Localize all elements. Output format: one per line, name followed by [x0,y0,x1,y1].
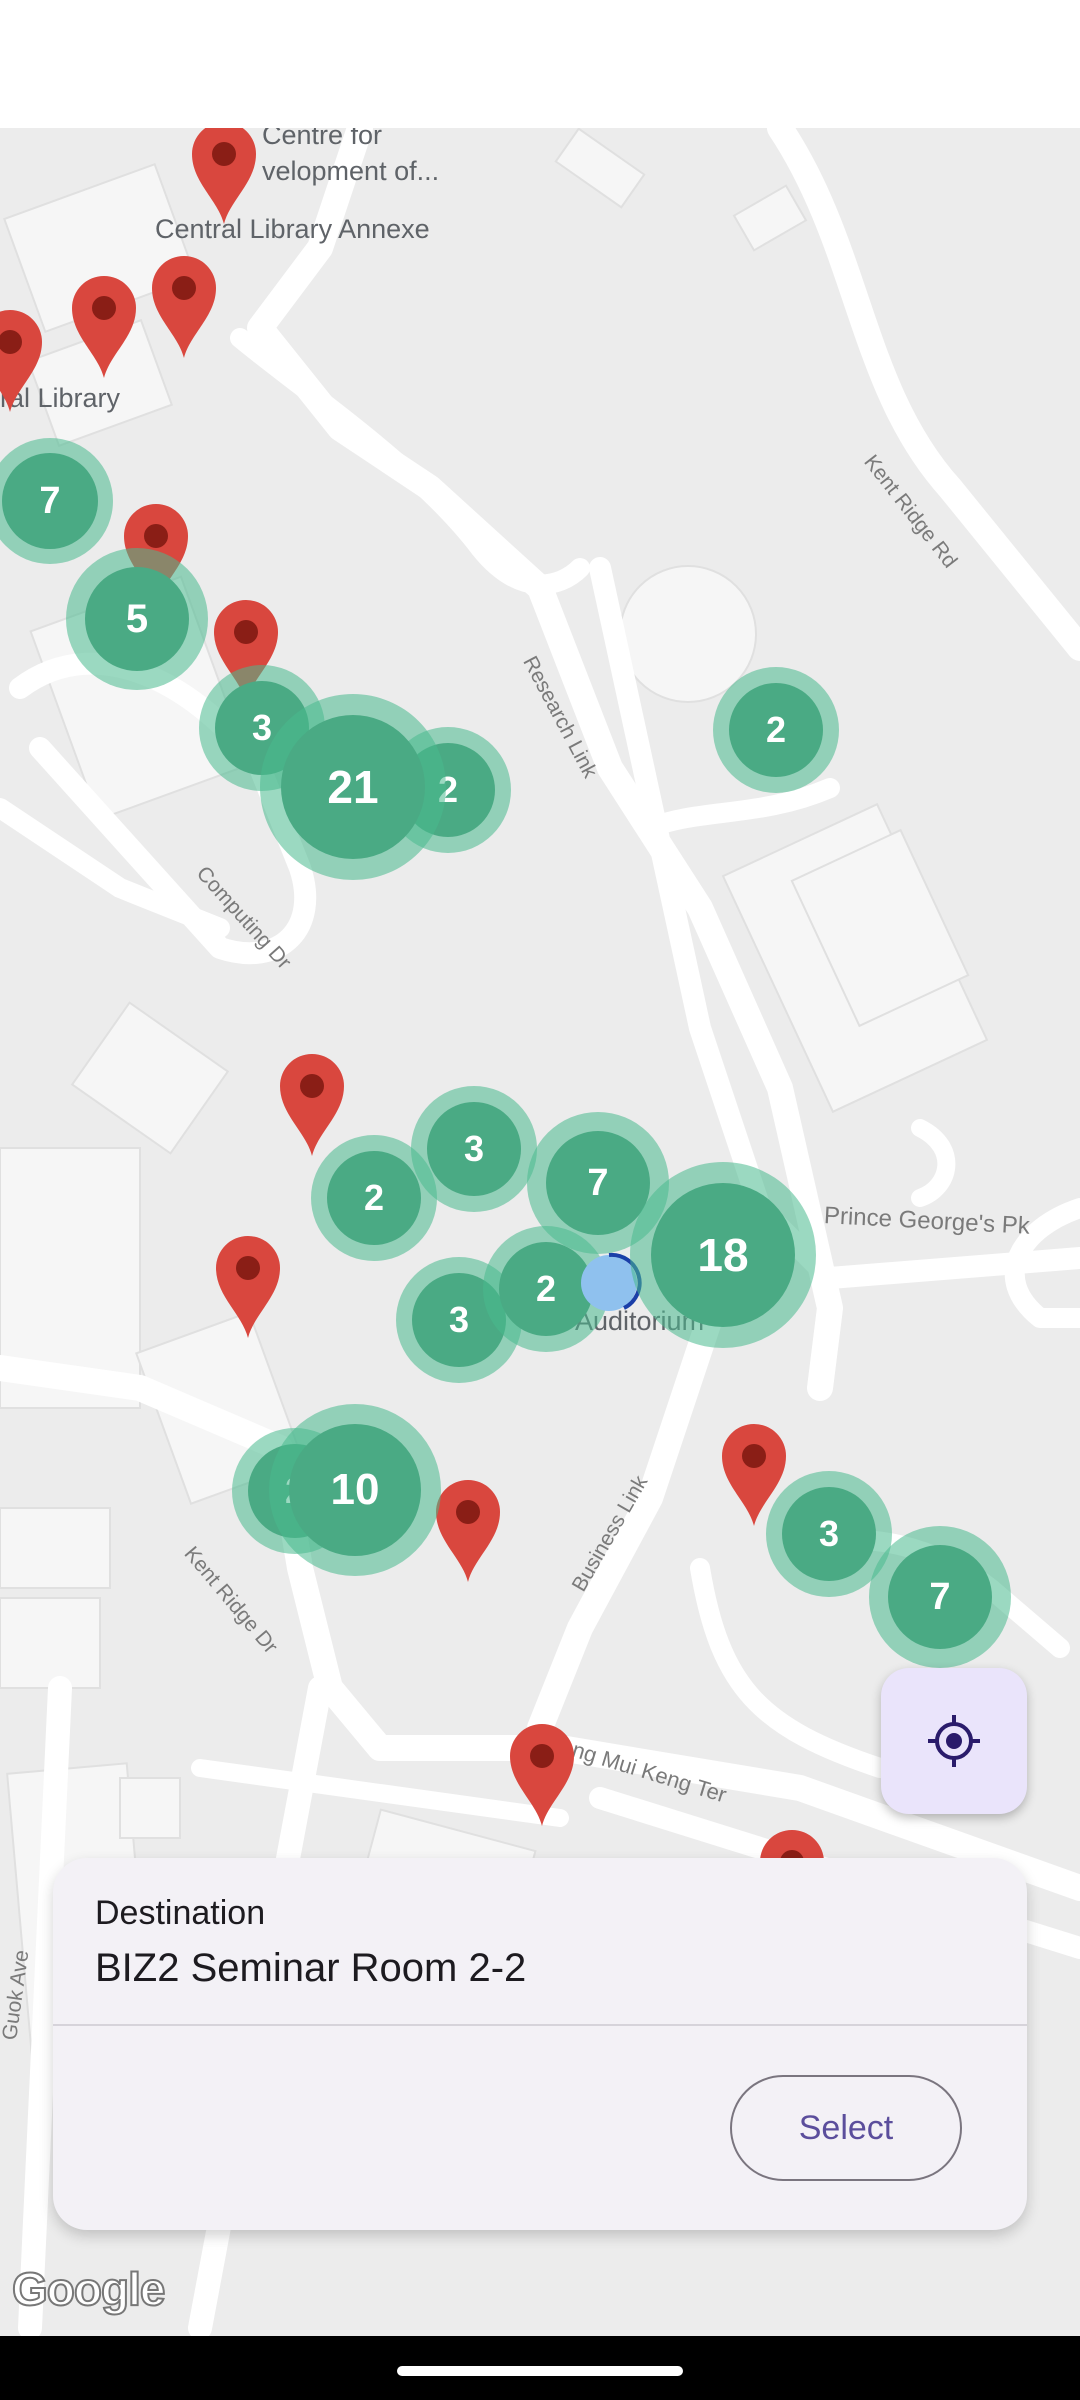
map-cluster-count: 18 [651,1183,795,1327]
divider [53,2024,1027,2026]
home-gesture-handle[interactable] [397,2366,683,2376]
map-cluster-count: 10 [289,1424,421,1556]
map-cluster[interactable]: 5 [66,548,208,690]
map-cluster[interactable]: 21 [260,694,446,880]
map-cluster-count: 21 [281,715,425,859]
map-pin[interactable] [434,1478,502,1586]
destination-card: Destination BIZ2 Seminar Room 2-2 Select [53,1858,1027,2230]
map-cluster-count: 7 [546,1131,650,1235]
my-location-icon [928,1715,980,1767]
status-bar [0,0,1080,128]
map-pin[interactable] [508,1722,576,1830]
map-pin[interactable] [190,128,258,228]
map-cluster[interactable]: 7 [869,1526,1011,1668]
map-cluster[interactable]: 2 [713,667,839,793]
map-cluster[interactable]: 2 [311,1135,437,1261]
map-pin[interactable] [70,274,138,382]
select-button[interactable]: Select [730,2075,962,2181]
map-cluster-count: 7 [888,1545,992,1649]
place-label-centre-line2: velopment of... [262,156,440,186]
map-cluster-count: 2 [729,683,823,777]
map-cluster-count: 3 [782,1487,876,1581]
place-label-centre-line1: Centre for [262,128,383,150]
destination-name: BIZ2 Seminar Room 2-2 [95,1946,527,1990]
map-pin[interactable] [150,254,218,362]
map-cluster-count: 7 [2,453,98,549]
map-cluster-count: 5 [85,567,189,671]
map-pin[interactable] [214,1234,282,1342]
destination-label: Destination [95,1894,266,1932]
map-pin[interactable] [278,1052,346,1160]
map-cluster[interactable]: 10 [269,1404,441,1576]
map-cluster-count: 3 [427,1102,521,1196]
map-cluster[interactable]: 18 [630,1162,816,1348]
google-attribution: Google [11,2262,166,2316]
map-cluster-count: 2 [327,1151,421,1245]
map-pin[interactable] [0,308,44,416]
my-location-button[interactable] [881,1668,1027,1814]
